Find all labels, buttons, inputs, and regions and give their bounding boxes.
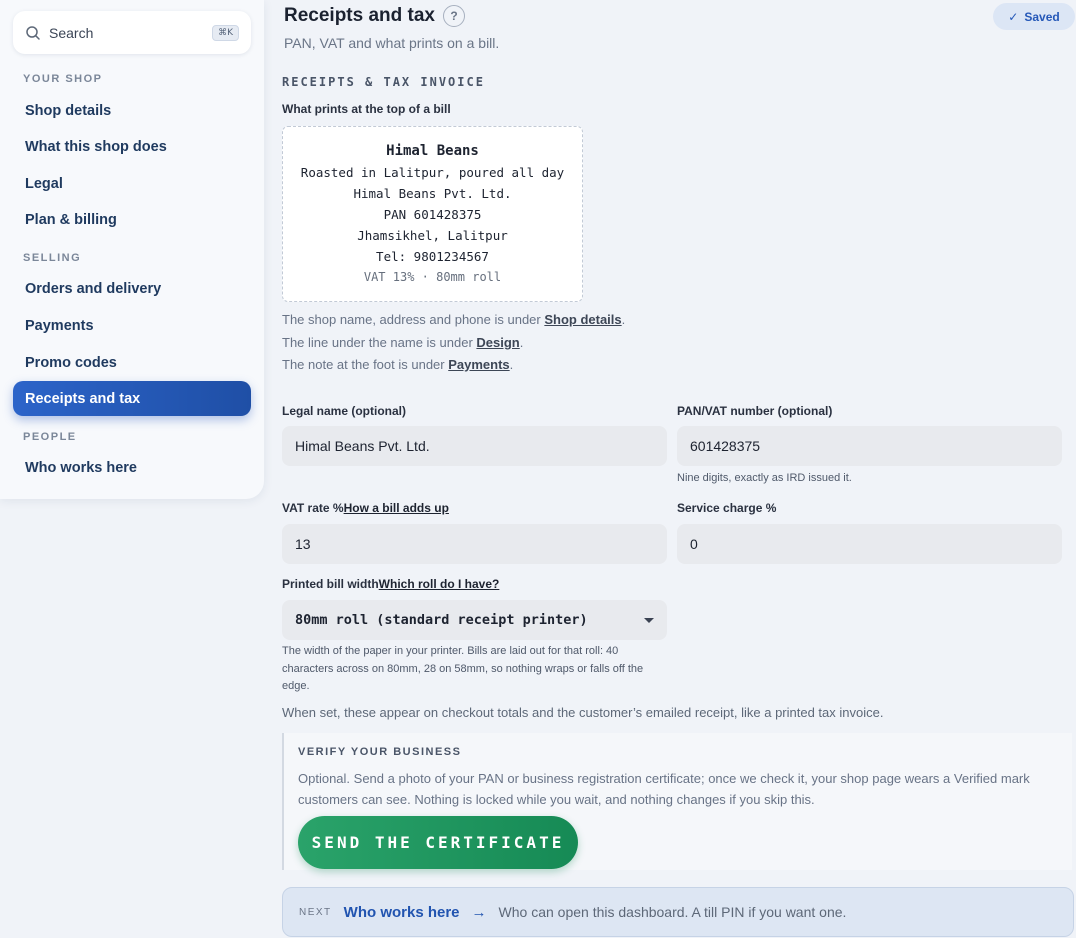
help-icon[interactable]: ? xyxy=(443,5,465,27)
bill-width-help: The width of the paper in your printer. … xyxy=(282,645,644,692)
receipt-meta: VAT 13% · 80mm roll xyxy=(363,270,502,284)
pan-vat-input[interactable]: 601428375 xyxy=(677,426,1062,466)
link-design[interactable]: Design xyxy=(476,335,519,350)
search-shortcut: ⌘K xyxy=(212,24,239,41)
bill-width-value: 80mm roll (standard receipt printer) xyxy=(295,612,588,628)
sidebar-item-receipts-tax[interactable]: Receipts and tax xyxy=(13,381,251,416)
hint-text-end: . xyxy=(621,312,626,327)
search-icon xyxy=(26,25,40,40)
saved-label: Saved xyxy=(1024,9,1060,24)
verify-heading: VERIFY YOUR BUSINESS xyxy=(298,746,462,758)
sidebar-item-orders-delivery[interactable]: Orders and delivery xyxy=(13,271,251,306)
service-charge-input[interactable]: 0 xyxy=(677,524,1062,564)
nav-section-people: PEOPLE xyxy=(23,431,77,443)
nav-section-your-shop: YOUR SHOP xyxy=(23,73,103,85)
check-icon: ✓ xyxy=(1008,9,1019,24)
checkout-note: When set, these appear on checkout total… xyxy=(282,705,884,720)
hint-payments: The note at the foot is under Payments. xyxy=(282,357,513,372)
sidebar-item-what-this-shop-does[interactable]: What this shop does xyxy=(13,129,251,164)
link-how-a-bill-adds-up[interactable]: How a bill adds up xyxy=(344,501,449,515)
hint-shop-details: The shop name, address and phone is unde… xyxy=(282,312,625,327)
page-subtitle: PAN, VAT and what prints on a bill. xyxy=(284,35,500,51)
hint-text: The shop name, address and phone is unde… xyxy=(282,312,545,327)
arrow-right-icon: → xyxy=(471,903,487,921)
next-title[interactable]: Who works here xyxy=(344,904,460,921)
saved-status-badge: ✓ Saved xyxy=(993,3,1075,30)
verify-business-panel: VERIFY YOUR BUSINESS Optional. Send a ph… xyxy=(282,733,1072,870)
sidebar-item-promo-codes[interactable]: Promo codes xyxy=(13,345,251,380)
section-heading-receipts: RECEIPTS & TAX INVOICE xyxy=(282,75,485,89)
sidebar-item-shop-details[interactable]: Shop details xyxy=(13,93,251,128)
next-description: Who can open this dashboard. A till PIN … xyxy=(498,904,847,920)
page-title-text: Receipts and tax xyxy=(284,5,435,26)
hint-text: The note at the foot is under xyxy=(282,357,449,372)
vat-rate-label: VAT rate %How a bill adds up xyxy=(282,501,449,515)
chevron-down-icon xyxy=(644,617,654,623)
hint-design: The line under the name is under Design. xyxy=(282,335,523,350)
bill-width-label-text: Printed bill width xyxy=(282,577,379,591)
verify-body: Optional. Send a photo of your PAN or bu… xyxy=(298,771,1030,807)
sidebar-item-plan-billing[interactable]: Plan & billing xyxy=(13,202,251,237)
link-payments[interactable]: Payments xyxy=(448,357,509,372)
legal-name-input[interactable]: Himal Beans Pvt. Ltd. xyxy=(282,426,667,466)
sidebar: Search ⌘K YOUR SHOP Shop details What th… xyxy=(0,0,264,499)
receipt-tel: Tel: 9801234567 xyxy=(376,249,489,264)
sidebar-item-legal[interactable]: Legal xyxy=(13,166,251,201)
hint-text: The line under the name is under xyxy=(282,335,477,350)
bill-width-select[interactable]: 80mm roll (standard receipt printer) xyxy=(282,600,667,640)
nav-section-selling: SELLING xyxy=(23,252,82,264)
vat-rate-input[interactable]: 13 xyxy=(282,524,667,564)
receipt-tagline: Roasted in Lalitpur, poured all day xyxy=(300,165,565,180)
vat-rate-label-text: VAT rate % xyxy=(282,501,344,515)
search-label: Search xyxy=(49,24,94,41)
send-certificate-button[interactable]: SEND THE CERTIFICATE xyxy=(298,816,578,869)
link-which-roll[interactable]: Which roll do I have? xyxy=(379,577,500,591)
link-shop-details[interactable]: Shop details xyxy=(544,312,621,327)
bill-width-label: Printed bill widthWhich roll do I have? xyxy=(282,577,499,591)
search-box[interactable]: Search ⌘K xyxy=(13,11,251,54)
pan-vat-label: PAN/VAT number (optional) xyxy=(677,404,833,418)
receipt-legal-name: Himal Beans Pvt. Ltd. xyxy=(353,186,512,201)
next-tag: NEXT xyxy=(299,906,332,918)
sidebar-item-payments[interactable]: Payments xyxy=(13,308,251,343)
receipt-preview-label: What prints at the top of a bill xyxy=(282,102,451,116)
receipt-pan: PAN 601428375 xyxy=(383,207,482,222)
sidebar-item-who-works-here[interactable]: Who works here xyxy=(13,450,251,485)
service-charge-label: Service charge % xyxy=(677,501,777,515)
receipt-shop-name: Himal Beans xyxy=(386,143,479,159)
next-step-card[interactable]: NEXT Who works here → Who can open this … xyxy=(282,887,1074,937)
legal-name-label: Legal name (optional) xyxy=(282,404,407,418)
page-title: Receipts and tax ? xyxy=(284,5,465,27)
pan-vat-help: Nine digits, exactly as IRD issued it. xyxy=(677,472,852,484)
receipt-preview: Himal Beans Roasted in Lalitpur, poured … xyxy=(282,126,583,302)
receipt-address: Jhamsikhel, Lalitpur xyxy=(357,228,508,243)
hint-text-end: . xyxy=(509,357,514,372)
hint-text-end: . xyxy=(519,335,524,350)
